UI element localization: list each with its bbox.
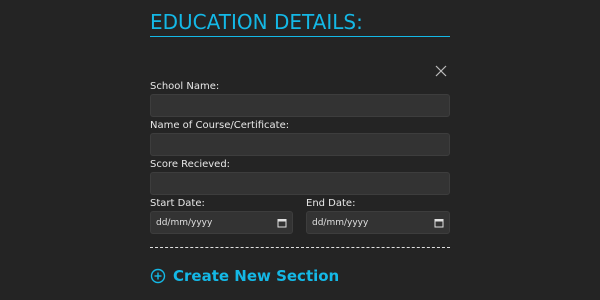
course-input[interactable] — [150, 133, 450, 156]
score-input[interactable] — [150, 172, 450, 195]
start-date-input[interactable]: dd/mm/yyyy — [150, 211, 293, 234]
calendar-icon[interactable] — [277, 218, 287, 228]
section-title: EDUCATION DETAILS: — [150, 10, 363, 34]
score-label: Score Recieved: — [150, 159, 231, 170]
start-date-label: Start Date: — [150, 198, 205, 209]
calendar-icon[interactable] — [434, 218, 444, 228]
end-date-placeholder: dd/mm/yyyy — [312, 217, 369, 228]
course-label: Name of Course/Certificate: — [150, 120, 290, 131]
section-divider — [150, 247, 450, 248]
close-icon[interactable] — [434, 63, 448, 77]
create-section-button[interactable]: Create New Section — [150, 267, 339, 285]
education-section: EDUCATION DETAILS: School Name: Name of … — [150, 0, 450, 300]
start-date-placeholder: dd/mm/yyyy — [156, 217, 213, 228]
create-section-label: Create New Section — [173, 267, 340, 285]
end-date-input[interactable]: dd/mm/yyyy — [306, 211, 450, 234]
school-name-label: School Name: — [150, 81, 220, 92]
school-name-input[interactable] — [150, 94, 450, 117]
title-divider — [150, 36, 450, 37]
plus-circle-icon — [150, 268, 166, 284]
end-date-label: End Date: — [306, 198, 356, 209]
